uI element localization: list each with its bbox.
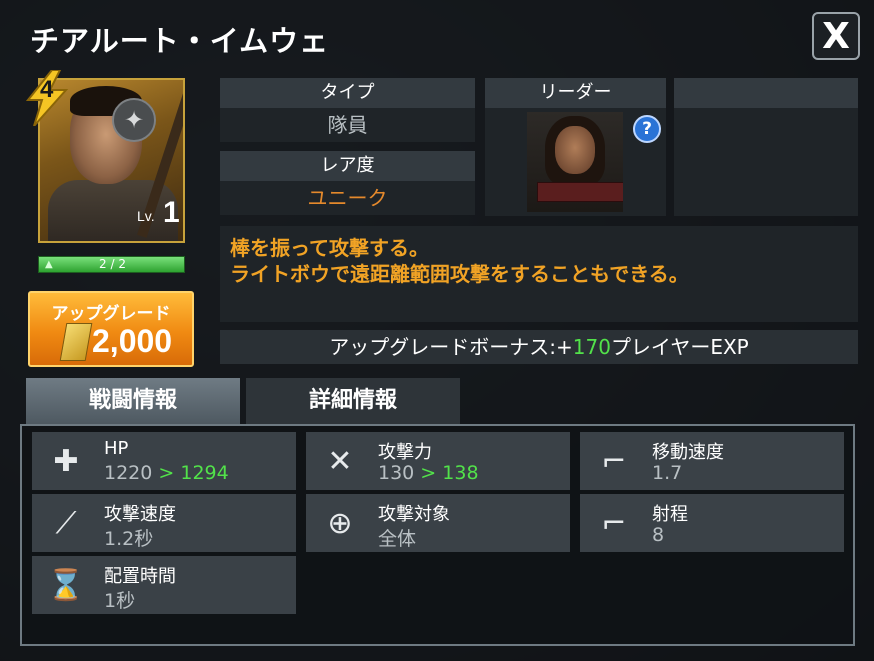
stat-label: 攻撃対象 [378,504,450,525]
stat-label: 攻撃速度 [104,504,176,525]
leader-header: リーダー [485,78,666,108]
upgrade-button[interactable]: アップグレード 2,000 [28,291,194,367]
upgrade-cost: 2,000 [92,323,173,359]
stat-label: 配置時間 [104,566,176,587]
crosshair-icon: ⊕ [327,505,353,541]
stat-value: 1秒 [104,590,136,612]
description-box: 棒を振って攻撃する。 ライトボウで遠距離範囲攻撃をすることもできる。 [220,226,858,322]
stat-range: ⌐ 射程 8 [580,494,844,552]
stat-value: 1.2秒 [104,528,154,550]
stat-target: ⊕ 攻撃対象 全体 [306,494,570,552]
stat-hp: ✚ HP 1220 > 1294 [32,432,296,490]
stat-label: HP [104,438,129,459]
rarity-value: ユニーク [220,181,475,215]
stat-attack: ✕ 攻撃力 130 > 138 [306,432,570,490]
boot-icon: ⌐ [601,443,627,479]
leader-portrait[interactable] [527,112,623,212]
bonus-value: 170 [572,335,611,359]
rebel-faction-icon: ✦ [112,98,156,142]
unit-detail-panel: チアルート・イムウェ X 4 ✦ Lv. 1 ▲ 2 / 2 アップグレード 2… [0,0,874,661]
help-icon[interactable]: ? [633,115,661,143]
empty-info-slot [674,78,858,216]
stat-label: 移動速度 [652,442,724,463]
rarity-header: レア度 [220,151,475,181]
credit-icon [59,323,93,361]
stat-value: 8 [652,524,665,546]
type-value: 隊員 [220,108,475,142]
bonus-prefix: アップグレードボーナス:+ [329,335,573,359]
stat-label: 攻撃力 [378,442,432,463]
upgrade-label: アップグレード [51,304,171,324]
stat-label: 射程 [652,504,688,525]
description-line-1: 棒を振って攻撃する。 [230,236,429,260]
stats-panel: ✚ HP 1220 > 1294 ✕ 攻撃力 130 > 138 ⌐ 移動速度 … [20,424,855,646]
hourglass-icon: ⌛ [47,567,85,603]
health-cross-icon: ✚ [53,443,79,479]
stat-move-speed: ⌐ 移動速度 1.7 [580,432,844,490]
tab-combat-info[interactable]: 戦闘情報 [26,378,240,424]
bonus-suffix: プレイヤーEXP [610,335,749,359]
upgrade-bonus: アップグレードボーナス:+170プレイヤーEXP [220,330,858,364]
type-header: タイプ [220,78,475,108]
unit-name-title: チアルート・イムウェ [30,24,330,58]
blaster-icon: ⌐ [601,505,627,541]
level-prefix: Lv. [137,208,155,224]
slash-speed-icon: ⟋ [55,505,77,541]
close-button[interactable]: X [812,12,860,60]
crossed-swords-icon: ✕ [327,443,353,479]
shard-count: 2 / 2 [99,257,126,271]
tab-detail-info[interactable]: 詳細情報 [246,378,460,424]
tier-number: 4 [40,76,54,103]
stat-value: 1.7 [652,462,683,484]
stat-value: 全体 [378,528,417,550]
stat-value: 1220 > 1294 [104,462,229,484]
level-number: 1 [163,196,180,229]
description-line-2: ライトボウで遠距離範囲攻撃をすることもできる。 [230,262,689,286]
stat-value: 130 > 138 [378,462,479,484]
stat-attack-speed: ⟋ 攻撃速度 1.2秒 [32,494,296,552]
shard-progress-bar: ▲ 2 / 2 [38,256,185,273]
stat-deploy-time: ⌛ 配置時間 1秒 [32,556,296,614]
